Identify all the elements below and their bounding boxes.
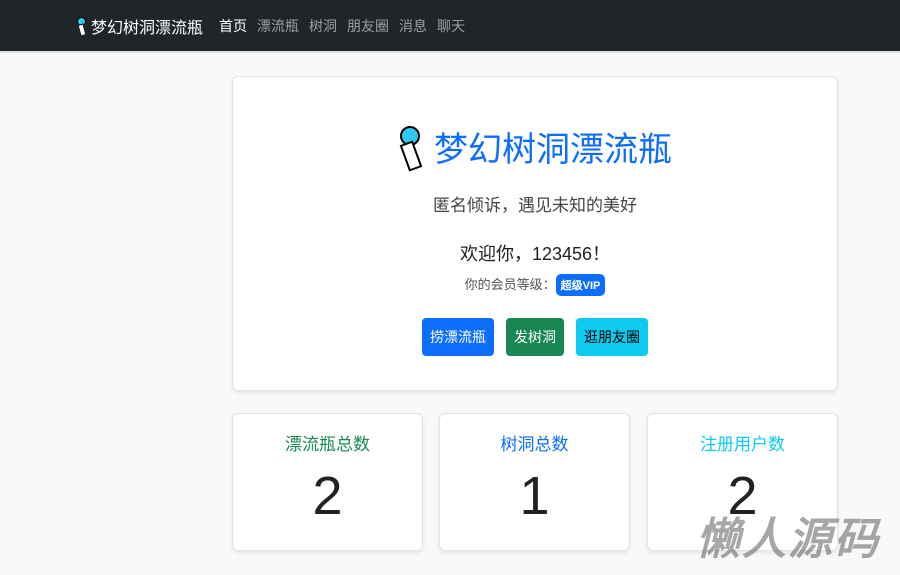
navbar: 梦幻树洞漂流瓶 首页 漂流瓶 树洞 朋友圈 消息 聊天 (0, 0, 900, 53)
fish-bottle-button[interactable]: 捞漂流瓶 (422, 318, 494, 356)
hero-subtitle: 匿名倾诉，遇见未知的美好 (433, 196, 637, 215)
welcome-text: 欢迎你，123456！ (459, 244, 611, 264)
nav-messages[interactable]: 消息 (399, 16, 427, 36)
browse-moments-button[interactable]: 逛朋友圈 (576, 318, 648, 356)
stat-value: 1 (519, 466, 550, 526)
member-level: 你的会员等级： 超级VIP (233, 274, 837, 296)
nav-home[interactable]: 首页 (219, 16, 247, 36)
stat-label: 漂流瓶总数 (285, 435, 370, 454)
stat-label: 树洞总数 (500, 435, 569, 454)
brand-link[interactable]: 梦幻树洞漂流瓶 (76, 14, 203, 38)
level-badge: 超级VIP (555, 274, 606, 296)
nav-chat[interactable]: 聊天 (437, 16, 465, 36)
stat-value: 2 (312, 466, 343, 526)
brand-text: 梦幻树洞漂流瓶 (91, 19, 204, 37)
nav-moments[interactable]: 朋友圈 (347, 16, 389, 36)
stat-card-bottles: 漂流瓶总数 2 (232, 413, 423, 551)
bottle-icon (398, 125, 420, 168)
hero-title: 梦幻树洞漂流瓶 (233, 122, 837, 171)
bottle-icon (76, 16, 86, 35)
post-treehole-button[interactable]: 发树洞 (506, 318, 564, 356)
nav-bottles[interactable]: 漂流瓶 (257, 16, 299, 36)
stat-card-treeholes: 树洞总数 1 (439, 413, 630, 551)
watermark: 懒人源码 (696, 515, 880, 564)
hero-card: 梦幻树洞漂流瓶 匿名倾诉，遇见未知的美好 欢迎你，123456！ 你的会员等级：… (232, 76, 838, 391)
nav-treehole[interactable]: 树洞 (309, 16, 337, 36)
hero-title-text: 梦幻树洞漂流瓶 (434, 131, 672, 169)
stat-label: 注册用户数 (700, 435, 785, 454)
level-label: 你的会员等级： (464, 277, 556, 292)
